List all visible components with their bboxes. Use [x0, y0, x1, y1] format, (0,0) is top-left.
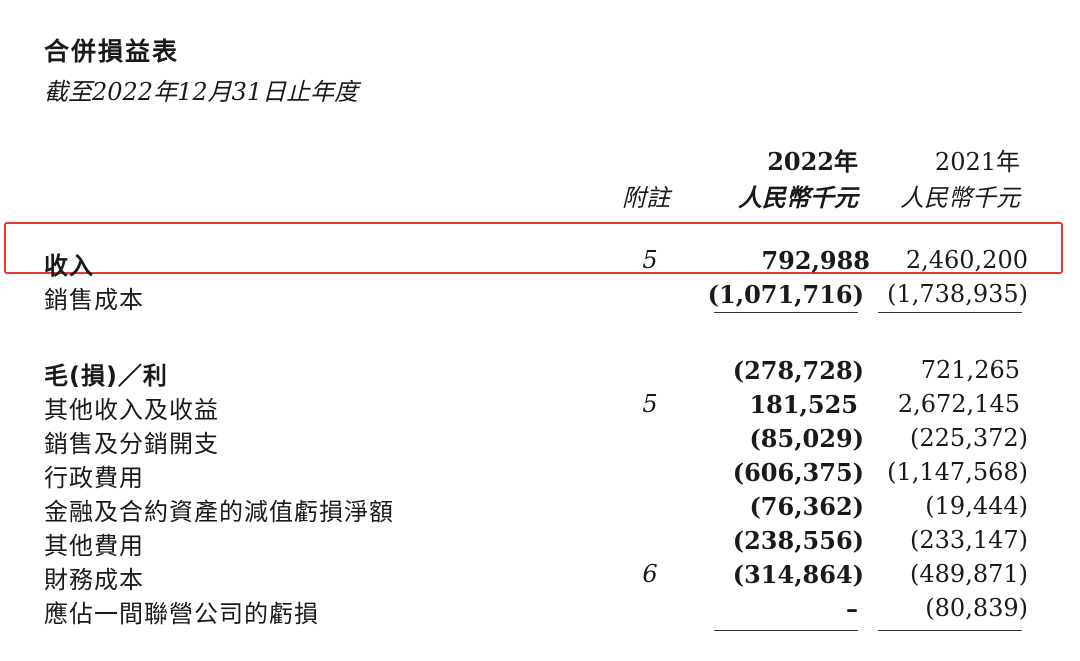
row-note: 5 — [642, 246, 658, 274]
table-row: 應佔一間聯營公司的虧損 – (80,839) — [0, 594, 1080, 628]
col-2021-year: 2021年 — [934, 148, 1020, 176]
table-row: 銷售成本 (1,071,716) (1,738,935) — [0, 280, 1080, 314]
statement-period: 截至2022年12月31日止年度 — [44, 78, 359, 106]
subtotal-rule-2021 — [878, 312, 1022, 313]
row-label: 毛(損)／利 — [44, 362, 168, 390]
row-note: 6 — [642, 560, 658, 588]
row-value-2022: 792,988 — [761, 246, 870, 275]
subtotal-rule-2022 — [714, 630, 858, 631]
row-value-2021: 2,672,145 — [897, 390, 1020, 418]
row-value-2021: (489,871) — [910, 560, 1028, 588]
row-label: 金融及合約資產的減值虧損淨額 — [44, 498, 394, 526]
col-2022-year: 2022年 — [767, 147, 858, 176]
subtotal-rule-2021 — [878, 630, 1022, 631]
row-label: 應佔一間聯營公司的虧損 — [44, 600, 319, 628]
col-2021-unit: 人民幣千元 — [900, 184, 1020, 212]
table-row: 其他收入及收益 5 181,525 2,672,145 — [0, 390, 1080, 424]
table-row: 金融及合約資產的減值虧損淨額 (76,362) (19,444) — [0, 492, 1080, 526]
row-value-2022: – — [846, 594, 858, 623]
row-value-2022: (278,728) — [732, 356, 864, 385]
row-value-2021: (19,444) — [925, 492, 1028, 520]
row-label: 其他費用 — [44, 532, 144, 560]
row-label: 銷售成本 — [44, 286, 144, 314]
row-note: 5 — [642, 390, 658, 418]
row-label: 銷售及分銷開支 — [44, 430, 219, 458]
col-note-header: 附註 — [622, 184, 670, 212]
col-2022-unit: 人民幣千元 — [738, 183, 858, 212]
table-row: 行政費用 (606,375) (1,147,568) — [0, 458, 1080, 492]
row-value-2022: (314,864) — [732, 560, 864, 589]
row-label: 行政費用 — [44, 464, 144, 492]
row-label: 收入 — [44, 252, 94, 280]
row-value-2021: (80,839) — [925, 594, 1028, 622]
row-value-2021: (1,147,568) — [887, 458, 1028, 486]
row-value-2021: (225,372) — [910, 424, 1028, 452]
row-label: 其他收入及收益 — [44, 396, 219, 424]
table-row: 毛(損)／利 (278,728) 721,265 — [0, 356, 1080, 390]
table-row: 其他費用 (238,556) (233,147) — [0, 526, 1080, 560]
subtotal-rule-2022 — [714, 312, 858, 313]
table-row: 收入 5 792,988 2,460,200 — [0, 246, 1080, 280]
table-row: 財務成本 6 (314,864) (489,871) — [0, 560, 1080, 594]
row-value-2021: (1,738,935) — [887, 280, 1028, 308]
row-value-2022: (1,071,716) — [707, 280, 864, 309]
row-value-2022: (606,375) — [732, 458, 864, 487]
table-row: 銷售及分銷開支 (85,029) (225,372) — [0, 424, 1080, 458]
row-value-2021: (233,147) — [910, 526, 1028, 554]
row-value-2022: (85,029) — [749, 424, 864, 453]
row-value-2021: 721,265 — [920, 356, 1020, 384]
statement-title: 合併損益表 — [44, 37, 180, 66]
row-label: 財務成本 — [44, 566, 144, 594]
row-value-2022: (238,556) — [732, 526, 864, 555]
row-value-2022: 181,525 — [749, 390, 858, 419]
row-value-2022: (76,362) — [749, 492, 864, 521]
row-value-2021: 2,460,200 — [905, 246, 1028, 274]
